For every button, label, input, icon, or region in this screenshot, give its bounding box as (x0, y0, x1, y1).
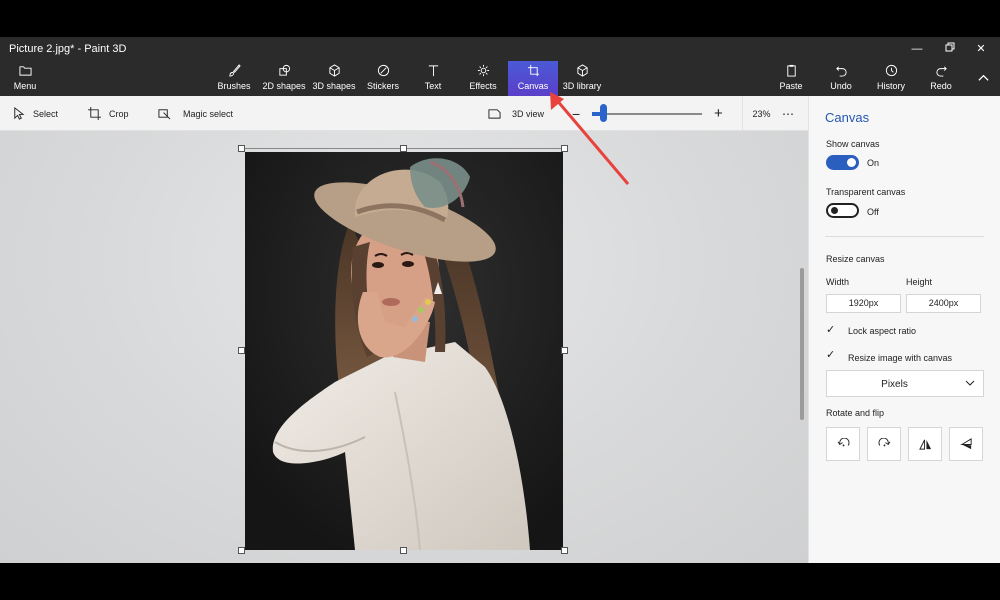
annotation-arrow (550, 92, 630, 185)
screen: Picture 2.jpg* - Paint 3D — ✕ Menu Brush… (0, 0, 1000, 600)
letterbox-bottom (0, 563, 1000, 600)
